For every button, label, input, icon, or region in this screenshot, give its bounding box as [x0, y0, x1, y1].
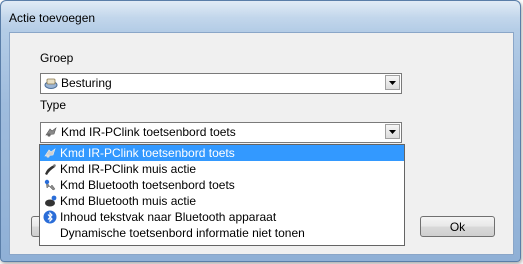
bluetooth-icon: [43, 210, 57, 224]
steering-wheel-icon: [44, 76, 58, 90]
list-item-label: Kmd Bluetooth toetsenbord toets: [60, 178, 235, 192]
ir-mouse-icon: [43, 162, 57, 176]
list-item[interactable]: Kmd Bluetooth toetsenbord toets: [40, 177, 404, 193]
group-combobox-value: Besturing: [44, 76, 112, 90]
ir-keyboard-icon: [43, 146, 57, 160]
chevron-down-icon: [389, 129, 396, 134]
list-item-label: Dynamische toetsenbord informatie niet t…: [60, 226, 305, 240]
type-combobox[interactable]: Kmd IR-PClink toetsenbord toets: [40, 122, 402, 143]
window-title: Actie toevoegen: [9, 11, 96, 25]
group-combobox[interactable]: Besturing: [40, 73, 402, 94]
type-dropdown-button[interactable]: [385, 124, 400, 139]
bluetooth-keyboard-icon: [43, 178, 57, 192]
list-item[interactable]: Kmd Bluetooth muis actie: [40, 193, 404, 209]
bluetooth-mouse-icon: [43, 194, 57, 208]
list-item-label: Inhoud tekstvak naar Bluetooth apparaat: [60, 210, 277, 224]
ok-button[interactable]: Ok: [420, 216, 495, 237]
dialog-window: Actie toevoegen Groep Besturing Type Kmd…: [0, 0, 521, 262]
group-selected-text: Besturing: [61, 76, 112, 90]
type-selected-text: Kmd IR-PClink toetsenbord toets: [61, 125, 236, 139]
title-bar[interactable]: Actie toevoegen: [1, 1, 520, 31]
ir-keyboard-icon: [44, 125, 58, 139]
group-dropdown-button[interactable]: [385, 75, 400, 90]
list-item-label: Kmd IR-PClink toetsenbord toets: [60, 146, 235, 160]
type-label: Type: [40, 98, 67, 112]
list-item[interactable]: Kmd IR-PClink muis actie: [40, 161, 404, 177]
list-item-label: Kmd Bluetooth muis actie: [60, 194, 197, 208]
chevron-down-icon: [389, 80, 396, 85]
list-item[interactable]: Kmd IR-PClink toetsenbord toets: [40, 145, 404, 161]
type-dropdown-list[interactable]: Kmd IR-PClink toetsenbord toets Kmd IR-P…: [39, 144, 405, 246]
group-label: Groep: [40, 51, 74, 65]
list-item-label: Kmd IR-PClink muis actie: [60, 162, 197, 176]
list-item[interactable]: Inhoud tekstvak naar Bluetooth apparaat: [40, 209, 404, 225]
list-item[interactable]: Dynamische toetsenbord informatie niet t…: [40, 225, 404, 241]
type-combobox-value: Kmd IR-PClink toetsenbord toets: [44, 125, 236, 139]
